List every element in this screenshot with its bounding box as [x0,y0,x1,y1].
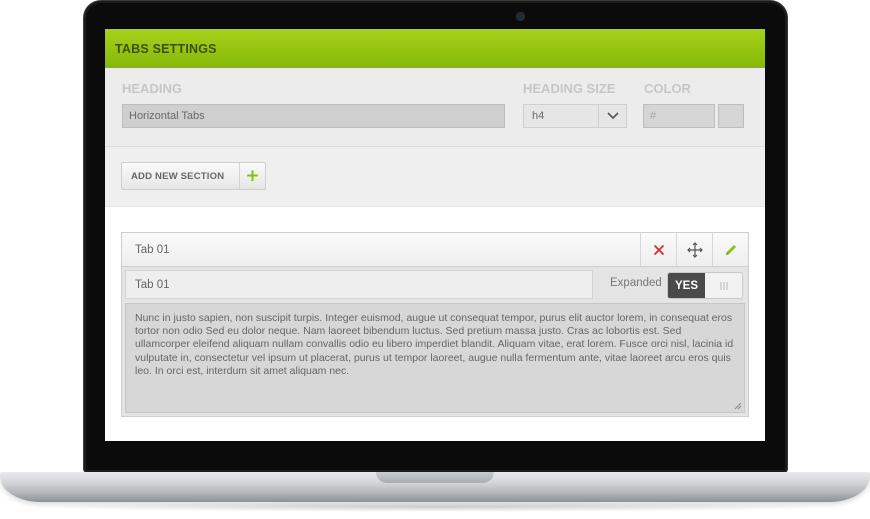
color-input[interactable]: # [643,104,715,128]
close-icon[interactable] [640,233,676,266]
add-section-row: ADD NEW SECTION + [105,147,765,207]
settings-titlebar: TABS SETTINGS [105,29,765,68]
tab-body: Tab 01 Expanded YES Nunc in justo sapien… [121,267,749,417]
tab-title-input[interactable]: Tab 01 [125,270,593,299]
resize-handle-icon[interactable] [734,402,742,410]
tab-content-text: Nunc in justo sapien, non suscipit turpi… [135,312,734,377]
chevron-down-icon[interactable] [598,105,626,127]
move-icon[interactable] [676,233,712,266]
heading-input[interactable]: Horizontal Tabs [122,104,505,128]
page-title: TABS SETTINGS [115,41,217,56]
tab-header[interactable]: Tab 01 [121,232,749,267]
tab-name[interactable]: Tab 01 [122,233,640,266]
heading-size-select[interactable]: h4 [523,104,627,128]
pencil-icon[interactable] [712,233,748,266]
laptop-notch [376,472,494,483]
heading-size-value: h4 [532,110,545,122]
heading-settings-row: HEADING Horizontal Tabs HEADING SIZE h4 … [105,68,765,147]
color-swatch[interactable] [718,104,744,128]
camera-icon [516,12,525,21]
color-label: COLOR [644,81,691,96]
heading-label: HEADING [122,81,182,96]
toggle-yes-label: YES [668,273,705,298]
app-screen: TABS SETTINGS HEADING Horizontal Tabs HE… [105,29,765,441]
tab-content-textarea[interactable]: Nunc in justo sapien, non suscipit turpi… [125,303,745,413]
expanded-toggle[interactable]: YES [667,272,743,299]
plus-icon[interactable]: + [239,163,265,189]
tabs-content: Tab 01 Tab 01 Expanded YES Nunc in justo… [105,207,765,441]
add-new-section-label: ADD NEW SECTION [131,170,225,182]
expanded-label: Expanded [610,277,662,289]
heading-size-label: HEADING SIZE [523,81,616,96]
laptop-shadow [20,502,850,512]
add-new-section-button[interactable]: ADD NEW SECTION + [121,162,266,190]
toggle-grip-icon [705,273,742,298]
